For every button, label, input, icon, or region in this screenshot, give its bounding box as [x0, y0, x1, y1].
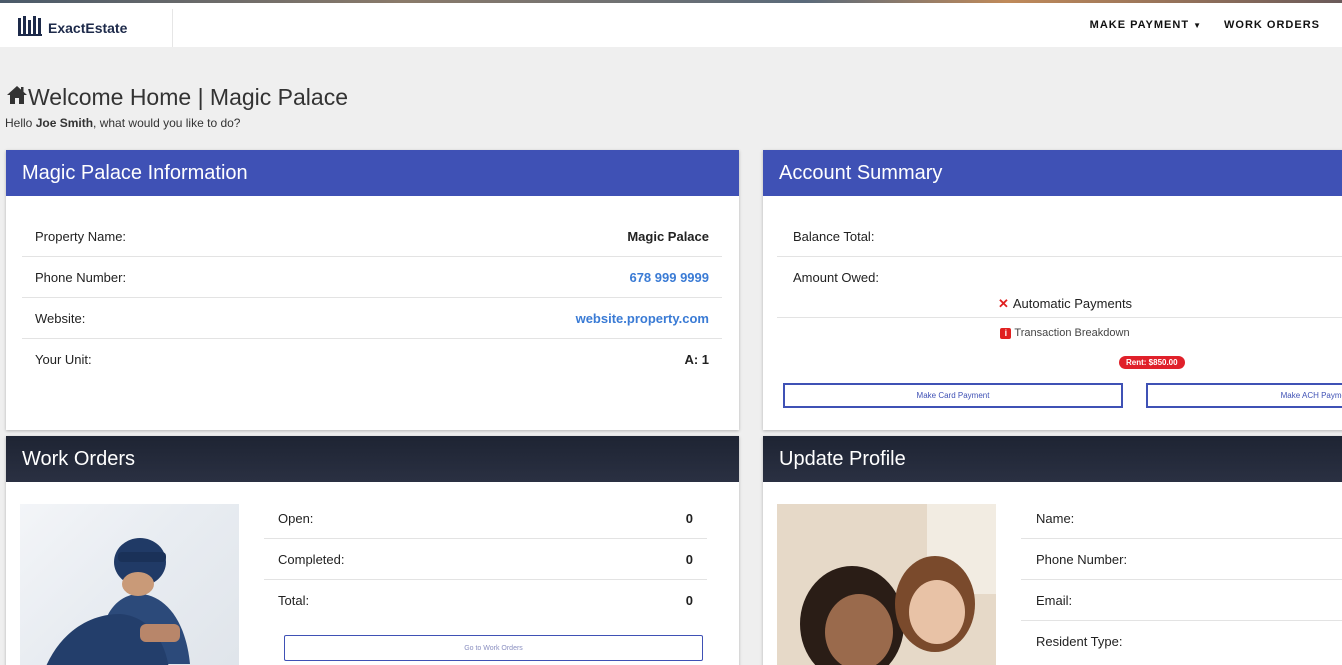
phone-link[interactable]: 678 999 9999 — [629, 270, 709, 285]
profile-phone-row: Phone Number: — [1021, 539, 1342, 580]
row-label: Your Unit: — [35, 352, 92, 367]
user-name: Joe Smith — [35, 116, 94, 130]
open-orders-row: Open: 0 — [264, 498, 707, 539]
row-label: Total: — [278, 593, 310, 608]
brand-name: ExactEstate — [48, 20, 128, 36]
rent-badge: Rent: $850.00 — [1119, 356, 1185, 369]
total-orders-value: 0 — [685, 593, 693, 608]
row-label: Open: — [278, 510, 314, 526]
row-label: Completed: — [278, 551, 345, 567]
completed-orders-row: Completed: 0 — [264, 539, 707, 580]
property-info-title: Magic Palace Information — [6, 150, 739, 196]
greeting: Hello Joe Smith, what would you like to … — [5, 116, 240, 130]
work-orders-panel: Work Orders Open: 0 Completed: 0 Total: … — [6, 436, 739, 665]
account-summary-title: Account Summary — [763, 150, 1342, 196]
building-columns-icon — [18, 15, 42, 41]
property-info-panel: Magic Palace Information Property Name: … — [6, 150, 739, 430]
property-name-row: Property Name: Magic Palace — [22, 216, 722, 257]
row-label: Property Name: — [35, 228, 127, 244]
profile-name-row: Name: — [1021, 498, 1342, 539]
make-card-payment-button[interactable]: Make Card Payment — [783, 383, 1123, 408]
row-label: Name: — [1036, 510, 1075, 526]
balance-total-row: Balance Total: — [777, 216, 1342, 257]
total-orders-row: Total: 0 — [264, 580, 707, 621]
nav-work-orders[interactable]: WORK ORDERS — [1224, 19, 1320, 31]
website-link[interactable]: website.property.com — [576, 311, 709, 326]
nav-make-payment[interactable]: MAKE PAYMENT ▼ — [1090, 19, 1202, 31]
row-label: Amount Owed: — [793, 270, 879, 285]
worker-photo — [20, 504, 239, 665]
automatic-payments-status: ✕ Automatic Payments — [777, 296, 1342, 318]
property-name-value: Magic Palace — [627, 228, 709, 244]
make-ach-payment-button[interactable]: Make ACH Payme — [1146, 383, 1342, 408]
profile-email-row: Email: — [1021, 580, 1342, 621]
row-label: Email: — [1036, 592, 1073, 608]
row-label: Phone Number: — [35, 269, 127, 285]
row-label: Resident Type: — [1036, 634, 1123, 649]
top-navbar: ExactEstate MAKE PAYMENT ▼ WORK ORDERS — [0, 3, 1342, 47]
row-label: Website: — [35, 310, 86, 326]
phone-row: Phone Number: 678 999 9999 — [22, 257, 722, 298]
greeting-prefix: Hello — [5, 116, 36, 130]
update-profile-panel: Update Profile Name: Phone Number: Email… — [763, 436, 1342, 665]
page-title: Welcome Home | Magic Palace — [6, 84, 348, 111]
automatic-payments-label: Automatic Payments — [1012, 296, 1133, 311]
welcome-title: Welcome Home | Magic Palace — [28, 84, 349, 110]
close-icon: ✕ — [997, 296, 1009, 311]
transaction-breakdown[interactable]: i Transaction Breakdown — [777, 327, 1342, 339]
greeting-suffix: , what would you like to do? — [93, 116, 241, 130]
unit-value: A: 1 — [684, 352, 709, 367]
go-to-work-orders-button[interactable]: Go to Work Orders — [284, 635, 703, 661]
transaction-breakdown-label: Transaction Breakdown — [1014, 327, 1130, 339]
open-orders-value: 0 — [685, 510, 693, 526]
caret-down-icon: ▼ — [1193, 21, 1203, 30]
unit-row: Your Unit: A: 1 — [22, 339, 722, 380]
work-orders-title: Work Orders — [6, 436, 739, 482]
row-label: Balance Total: — [793, 228, 875, 244]
row-label: Phone Number: — [1036, 551, 1128, 567]
residents-photo — [777, 504, 996, 665]
amount-owed-row: Amount Owed: — [777, 257, 1342, 298]
website-row: Website: website.property.com — [22, 298, 722, 339]
completed-orders-value: 0 — [685, 551, 693, 567]
account-summary-panel: Account Summary Balance Total: Amount Ow… — [763, 150, 1342, 430]
profile-resident-type-row: Resident Type: — [1021, 621, 1342, 662]
update-profile-title: Update Profile — [763, 436, 1342, 482]
nav-make-payment-label: MAKE PAYMENT — [1089, 19, 1190, 31]
brand-logo[interactable]: ExactEstate — [18, 9, 173, 47]
info-icon: i — [1000, 328, 1012, 339]
home-icon — [6, 85, 28, 110]
